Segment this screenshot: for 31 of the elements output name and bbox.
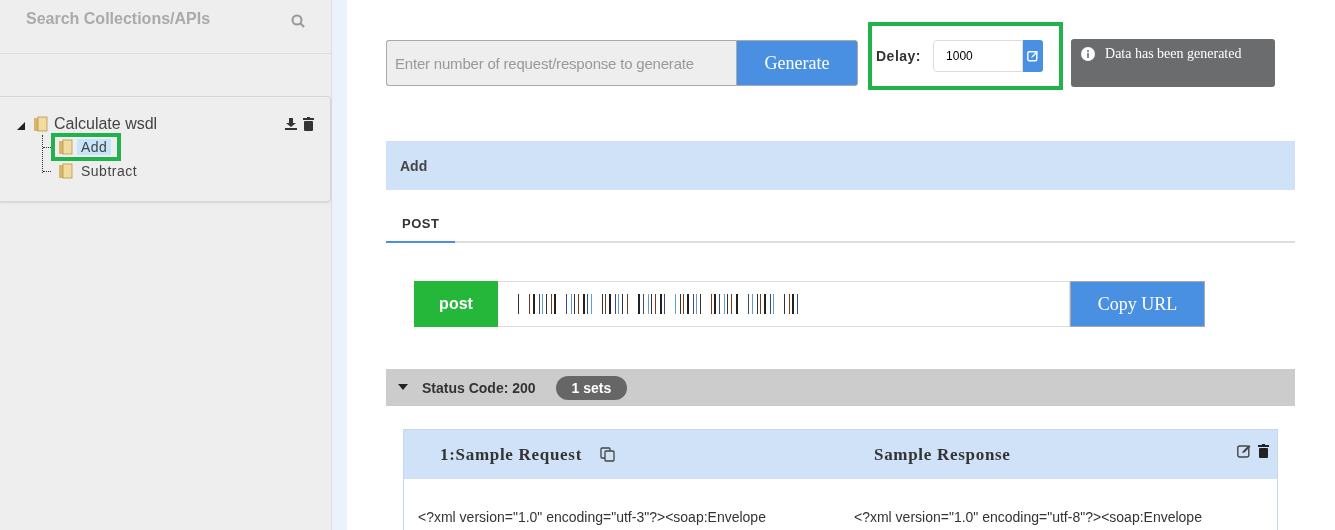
response-title: Sample Response: [874, 444, 1011, 464]
delay-label: Delay:: [876, 48, 922, 64]
count-field[interactable]: Enter number of request/response to generate: [386, 40, 736, 86]
method-badge: post: [414, 281, 498, 327]
trash-icon[interactable]: [1258, 444, 1269, 458]
operation-title: Add: [400, 157, 428, 174]
download-icon[interactable]: [285, 118, 297, 130]
expand-toggle-icon[interactable]: [16, 121, 26, 131]
tree-item[interactable]: Subtract: [77, 163, 142, 179]
tree-item[interactable]: Calculate wsdl: [52, 114, 160, 134]
tab[interactable]: POST: [386, 206, 456, 243]
response-body: <?xml version="1.0" encoding="utf-8"?><soap:Envelope: [854, 509, 1203, 525]
copy-icon[interactable]: [600, 447, 615, 462]
edit-icon: [1027, 50, 1040, 62]
folder-icon: [34, 116, 48, 132]
url-field[interactable]: [498, 281, 1070, 327]
collapse-caret-icon[interactable]: [398, 384, 408, 391]
count-badge: 1 sets: [555, 375, 628, 400]
trash-icon[interactable]: [303, 117, 314, 131]
status-label: Status Code: 200: [422, 379, 536, 396]
tree-item[interactable]: Add: [77, 139, 112, 155]
request-body: <?xml version="1.0" encoding="utf-3"?><soap:Envelope: [418, 509, 767, 525]
request-title: 1:Sample Request: [440, 444, 582, 465]
toast-message: Data has been generated: [1105, 46, 1242, 62]
search-field[interactable]: Search Collections/APIs: [26, 10, 291, 28]
folder-icon: [59, 163, 73, 179]
delay-field[interactable]: 1000: [933, 40, 1024, 72]
info-icon: [1081, 47, 1096, 61]
folder-icon: [59, 139, 73, 155]
edit-icon[interactable]: [1237, 444, 1252, 458]
edit-button[interactable]: [1023, 40, 1044, 72]
